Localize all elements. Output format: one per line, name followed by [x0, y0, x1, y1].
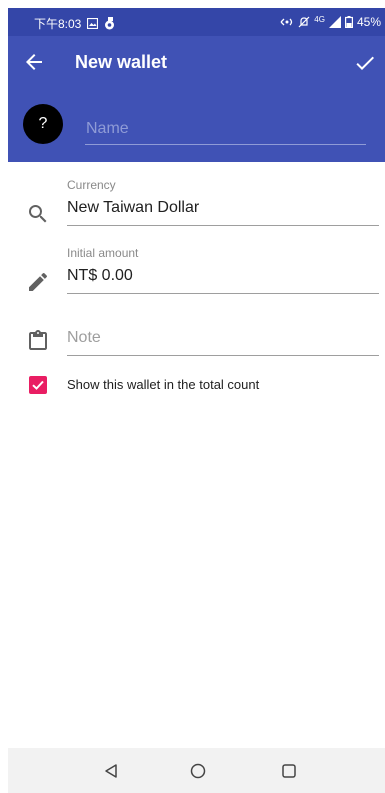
signal-icon	[328, 16, 341, 28]
initial-amount-field: Initial amount NT$ 0.00	[8, 242, 385, 302]
initial-amount-label: Initial amount	[67, 246, 139, 260]
status-left: 下午8:03	[34, 15, 115, 32]
status-time: 下午8:03	[34, 17, 82, 31]
status-right: 4G 45%	[280, 15, 381, 29]
currency-selector[interactable]: New Taiwan Dollar	[67, 199, 379, 226]
checkmark-icon	[32, 380, 44, 390]
toolbar: New wallet	[8, 36, 385, 92]
home-circle-icon[interactable]	[189, 762, 207, 780]
pencil-icon	[26, 270, 50, 294]
initial-amount-input[interactable]: NT$ 0.00	[67, 267, 379, 294]
search-icon	[26, 202, 50, 226]
avatar-question-mark: ?	[38, 115, 48, 132]
currency-label: Currency	[67, 178, 116, 192]
network-type: 4G	[314, 14, 325, 24]
app-notification-icon	[104, 17, 115, 30]
clipboard-icon	[26, 329, 50, 353]
gallery-icon	[87, 18, 99, 29]
wallet-header: ?	[8, 92, 385, 162]
page-title: New wallet	[75, 52, 168, 72]
name-input[interactable]	[85, 114, 366, 145]
mute-icon	[298, 16, 310, 28]
battery-percent: 45%	[356, 15, 381, 29]
checkmark-icon[interactable]	[353, 51, 377, 75]
status-bar: 下午8:03 4G 45%	[8, 8, 385, 36]
show-in-total-checkbox[interactable]	[29, 376, 47, 394]
recents-square-icon[interactable]	[280, 762, 298, 780]
wallet-icon-picker[interactable]: ?	[23, 104, 63, 144]
battery-icon	[344, 16, 353, 28]
system-nav-bar	[8, 748, 385, 793]
back-triangle-icon[interactable]	[102, 762, 120, 780]
arrow-left-icon[interactable]	[22, 50, 46, 74]
show-in-total-label: Show this wallet in the total count	[67, 377, 260, 392]
note-field	[8, 324, 385, 368]
note-input[interactable]	[67, 329, 379, 356]
currency-field: Currency New Taiwan Dollar	[8, 174, 385, 234]
hotspot-icon	[280, 17, 294, 27]
app-frame: 下午8:03 4G 45% New wallet ? Name Currency…	[8, 8, 385, 793]
